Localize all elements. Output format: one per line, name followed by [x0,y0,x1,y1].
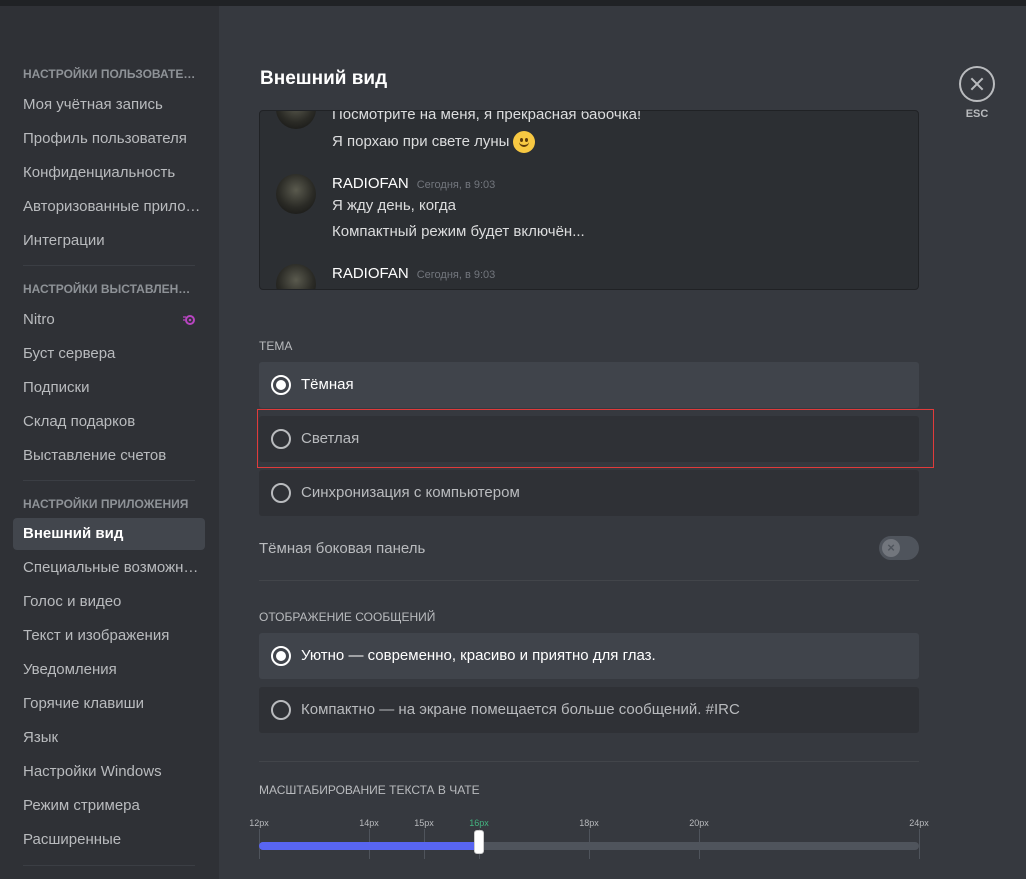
message-timestamp: Сегодня, в 9:03 [416,179,496,191]
message-display-option-compact[interactable]: Компактно — на экране помещается больше … [259,687,919,733]
divider [259,580,919,581]
highlight-box [257,409,934,468]
radio-button [271,375,291,395]
sidebar-header-app-settings: НАСТРОЙКИ ПРИЛОЖЕНИЯ [23,497,189,511]
sidebar-separator [23,480,195,481]
sidebar-item-server-boost[interactable]: Буст сервера [13,338,205,370]
slider-tick-label: 18px [579,818,599,828]
sidebar-header-user-settings: НАСТРОЙКИ ПОЛЬЗОВАТЕЛЯ [23,67,198,81]
message-display-option-cozy[interactable]: Уютно — современно, красиво и приятно дл… [259,633,919,679]
author-name: RADIOFAN [332,265,409,282]
theme-option-dark[interactable]: Тёмная [259,362,919,408]
message-header: RADIOFAN Сегодня, в 9:03 [332,175,495,192]
esc-label: ESC [965,108,989,120]
sidebar-separator [23,265,195,266]
sidebar-item-voice-video[interactable]: Голос и видео [13,586,205,618]
message-preview: Посмотрите на меня, я прекрасная бабочка… [259,110,919,290]
slider-tick-label: 24px [909,818,929,828]
settings-content: Внешний вид Посмотрите на меня, я прекра… [219,6,1026,879]
sidebar-item-streamer-mode[interactable]: Режим стримера [13,790,205,822]
sidebar-item-user-profile[interactable]: Профиль пользователя [13,123,205,155]
radio-button [271,700,291,720]
preview-message: Я жду день, когда [332,197,456,214]
text-scaling-slider-handle[interactable] [474,830,484,854]
text-scaling-section-label: МАСШТАБИРОВАНИЕ ТЕКСТА В ЧАТЕ [259,783,480,797]
divider [259,761,919,762]
preview-message: Компактный режим будет включён... [332,223,585,240]
sidebar-item-privacy[interactable]: Конфиденциальность [13,157,205,189]
sidebar-item-windows-settings[interactable]: Настройки Windows [13,756,205,788]
close-settings[interactable]: ESC [958,66,996,120]
slider-tick-label: 20px [689,818,709,828]
avatar [276,111,316,129]
sidebar-header-billing-settings: НАСТРОЙКИ ВЫСТАВЛЕНИЯ СЧЕТОВ [23,282,198,296]
dark-sidebar-toggle[interactable]: × [879,536,919,560]
nitro-icon [183,315,195,325]
radio-button [271,646,291,666]
sidebar-separator [23,865,195,866]
settings-sidebar: НАСТРОЙКИ ПОЛЬЗОВАТЕЛЯ Моя учётная запис… [0,6,219,879]
theme-section-label: ТЕМА [259,339,293,353]
message-timestamp: Сегодня, в 9:03 [416,269,496,281]
page-title: Внешний вид [260,68,388,89]
sidebar-item-label: Nitro [23,311,55,328]
radio-label: Компактно — на экране помещается больше … [301,701,740,718]
preview-message: Посмотрите на меня, я прекрасная бабочка… [332,110,642,123]
slider-tick-label: 12px [249,818,269,828]
slider-fill [259,842,479,850]
sidebar-item-notifications[interactable]: Уведомления [13,654,205,686]
preview-message-text: Я порхаю при свете луны [332,132,510,150]
sidebar-item-gift-inventory[interactable]: Склад подарков [13,406,205,438]
sidebar-item-my-account[interactable]: Моя учётная запись [13,89,205,121]
avatar [276,264,316,289]
sidebar-item-accessibility[interactable]: Специальные возможности [13,552,205,584]
slider-tick-mark [919,829,920,859]
close-icon: × [882,539,900,557]
preview-message: Я порхаю при свете луны [332,131,536,153]
radio-label: Тёмная [301,376,354,393]
sidebar-item-language[interactable]: Язык [13,722,205,754]
sidebar-item-authorized-apps[interactable]: Авторизованные приложения [13,191,205,223]
smile-emoji-icon [513,131,536,153]
radio-button [271,483,291,503]
sidebar-item-integrations[interactable]: Интеграции [13,225,205,257]
sidebar-item-advanced[interactable]: Расширенные [13,824,205,856]
sidebar-item-keybinds[interactable]: Горячие клавиши [13,688,205,720]
slider-tick-label: 16px [469,818,489,828]
sidebar-item-subscriptions[interactable]: Подписки [13,372,205,404]
radio-label: Уютно — современно, красиво и приятно дл… [301,647,656,664]
message-header: RADIOFAN Сегодня, в 9:03 [332,265,495,282]
close-icon[interactable] [959,66,995,102]
message-display-section-label: ОТОБРАЖЕНИЕ СООБЩЕНИЙ [259,610,436,624]
sidebar-item-billing[interactable]: Выставление счетов [13,440,205,472]
slider-tick-label: 15px [414,818,434,828]
sidebar-item-text-images[interactable]: Текст и изображения [13,620,205,652]
sidebar-item-appearance[interactable]: Внешний вид [13,518,205,550]
dark-sidebar-label: Тёмная боковая панель [259,540,426,557]
avatar [276,174,316,214]
radio-label: Синхронизация с компьютером [301,484,520,501]
author-name: RADIOFAN [332,175,409,192]
text-scaling-slider-track[interactable] [259,842,919,850]
theme-option-sync[interactable]: Синхронизация с компьютером [259,470,919,516]
slider-tick-label: 14px [359,818,379,828]
sidebar-item-nitro[interactable]: Nitro [13,304,205,336]
